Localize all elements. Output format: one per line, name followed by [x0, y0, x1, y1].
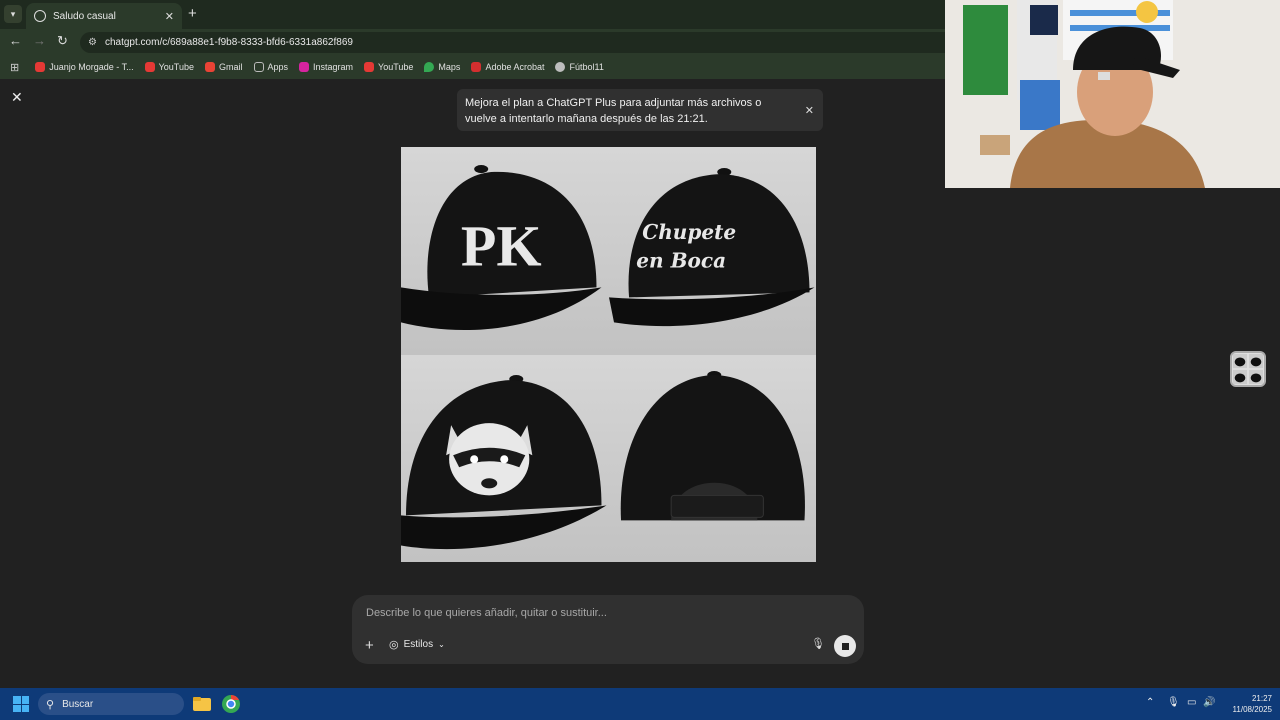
back-arrow-icon[interactable]: ←	[9, 33, 22, 48]
notice-close-icon[interactable]: ✕	[805, 103, 814, 119]
add-attachment-icon[interactable]: +	[365, 637, 374, 654]
browser-tab[interactable]: Saludo casual ✕	[26, 3, 182, 29]
acrobat-icon	[471, 62, 482, 72]
bookmark-label: Gmail	[218, 62, 243, 72]
cap-back-illustration	[620, 370, 805, 520]
edit-prompt-box: + ◎ Estilos ⌄ 🎙	[352, 595, 864, 664]
bookmark-item[interactable]: YouTube	[364, 62, 413, 72]
generated-image[interactable]: PK Chupete en Boca	[401, 147, 816, 562]
gmail-icon	[204, 62, 215, 72]
cap-front-pk: PK	[401, 147, 609, 355]
screen: ▾ Saludo casual ✕ + ← → ↻ ⚙ chatgpt.com/…	[0, 0, 1280, 720]
taskbar-search[interactable]: ⚲ Buscar	[38, 693, 184, 715]
chrome-icon[interactable]	[221, 694, 241, 714]
styles-label: Estilos	[403, 639, 434, 650]
instagram-icon	[299, 62, 310, 72]
close-editor-icon[interactable]: ✕	[11, 89, 23, 106]
windows-taskbar: ⚲ Buscar ⌃ 🎙 ▭ 🔊 21:27 11/08/2025	[0, 688, 1280, 720]
clock-date: 11/08/2025	[1232, 705, 1272, 714]
cap-front-chupete: Chupete en Boca	[608, 147, 816, 355]
clock-time: 21:27	[1251, 694, 1272, 703]
site-info-icon[interactable]: ⚙	[88, 37, 97, 48]
cap-back-view	[608, 354, 816, 562]
bookmark-item[interactable]: Juanjo Morgade - T...	[35, 62, 134, 72]
stop-icon	[841, 642, 849, 650]
tab-close-icon[interactable]: ✕	[165, 10, 174, 23]
thumbnail-caps-icon	[1232, 353, 1264, 385]
webcam-overlay	[945, 0, 1280, 188]
bookmark-label: Juanjo Morgade - T...	[49, 62, 134, 72]
cap-front-raccoon	[401, 354, 609, 562]
bookmark-label: Instagram	[313, 62, 354, 72]
apps-grid-icon[interactable]: ⊞	[10, 61, 19, 74]
volume-icon[interactable]: 🔊	[1203, 697, 1215, 708]
chatgpt-favicon-icon	[34, 10, 46, 22]
tab-title: Saludo casual	[53, 10, 116, 22]
stop-button[interactable]	[834, 635, 856, 657]
file-explorer-icon[interactable]	[192, 694, 212, 714]
upgrade-notice: Mejora el plan a ChatGPT Plus para adjun…	[457, 89, 823, 131]
reload-icon[interactable]: ↻	[57, 33, 68, 49]
taskbar-search-label: Buscar	[62, 698, 94, 710]
youtube-icon	[144, 62, 155, 72]
bookmark-label: Adobe Acrobat	[485, 62, 545, 72]
cap-pk-text: PK	[461, 213, 542, 278]
windows-start-icon[interactable]	[13, 696, 29, 712]
bookmark-item[interactable]: YouTube	[144, 62, 194, 72]
bookmark-label: Maps	[438, 62, 461, 72]
forward-arrow-icon[interactable]: →	[33, 33, 46, 48]
show-hidden-icons-chevron-icon[interactable]: ⌃	[1146, 697, 1154, 708]
edit-prompt-input[interactable]	[366, 603, 836, 623]
styles-button[interactable]: ◎ Estilos ⌄	[389, 638, 445, 651]
bookmark-item[interactable]: Maps	[424, 62, 460, 72]
folder-icon	[253, 62, 264, 72]
bookmark-item[interactable]: Apps	[253, 62, 289, 72]
address-bar[interactable]: ⚙ chatgpt.com/c/689a88e1-f9b8-8333-bfd6-…	[80, 32, 960, 53]
bookmark-label: YouTube	[378, 62, 414, 72]
network-icon[interactable]: ▭	[1187, 697, 1196, 708]
bookmark-label: YouTube	[158, 62, 194, 72]
maps-pin-icon	[424, 62, 435, 72]
tab-search-button[interactable]: ▾	[4, 5, 22, 23]
webcam-person-image	[945, 0, 1280, 188]
cap-raccoon-illustration	[401, 374, 607, 549]
notice-text: Mejora el plan a ChatGPT Plus para adjun…	[465, 97, 762, 125]
bookmark-label: Fútbol11	[569, 62, 604, 72]
new-tab-button[interactable]: +	[188, 5, 197, 22]
bookmark-item[interactable]: Gmail	[204, 62, 243, 72]
svg-text:en Boca: en Boca	[636, 248, 726, 272]
url-text: chatgpt.com/c/689a88e1-f9b8-8333-bfd6-63…	[104, 37, 353, 48]
cap-chupete-illustration: Chupete en Boca	[608, 168, 814, 327]
taskbar-clock[interactable]: 21:27 11/08/2025	[1222, 693, 1272, 715]
bookmark-item[interactable]: Instagram	[299, 62, 353, 72]
chevron-down-icon: ⌄	[438, 640, 445, 649]
youtube-icon	[364, 62, 375, 72]
bookmark-label: Apps	[267, 62, 289, 72]
cap-pk-illustration: PK	[401, 165, 602, 331]
palette-icon: ◎	[389, 639, 399, 651]
youtube-icon	[35, 62, 46, 72]
search-icon: ⚲	[46, 698, 55, 711]
globe-icon	[555, 62, 566, 72]
microphone-icon[interactable]: 🎙	[811, 637, 825, 650]
svg-text:Chupete: Chupete	[642, 220, 736, 244]
bookmark-item[interactable]: Adobe Acrobat	[471, 62, 544, 72]
image-thumbnail[interactable]	[1230, 351, 1266, 387]
microphone-tray-icon[interactable]: 🎙	[1167, 697, 1180, 708]
bookmark-item[interactable]: Fútbol11	[555, 62, 604, 72]
